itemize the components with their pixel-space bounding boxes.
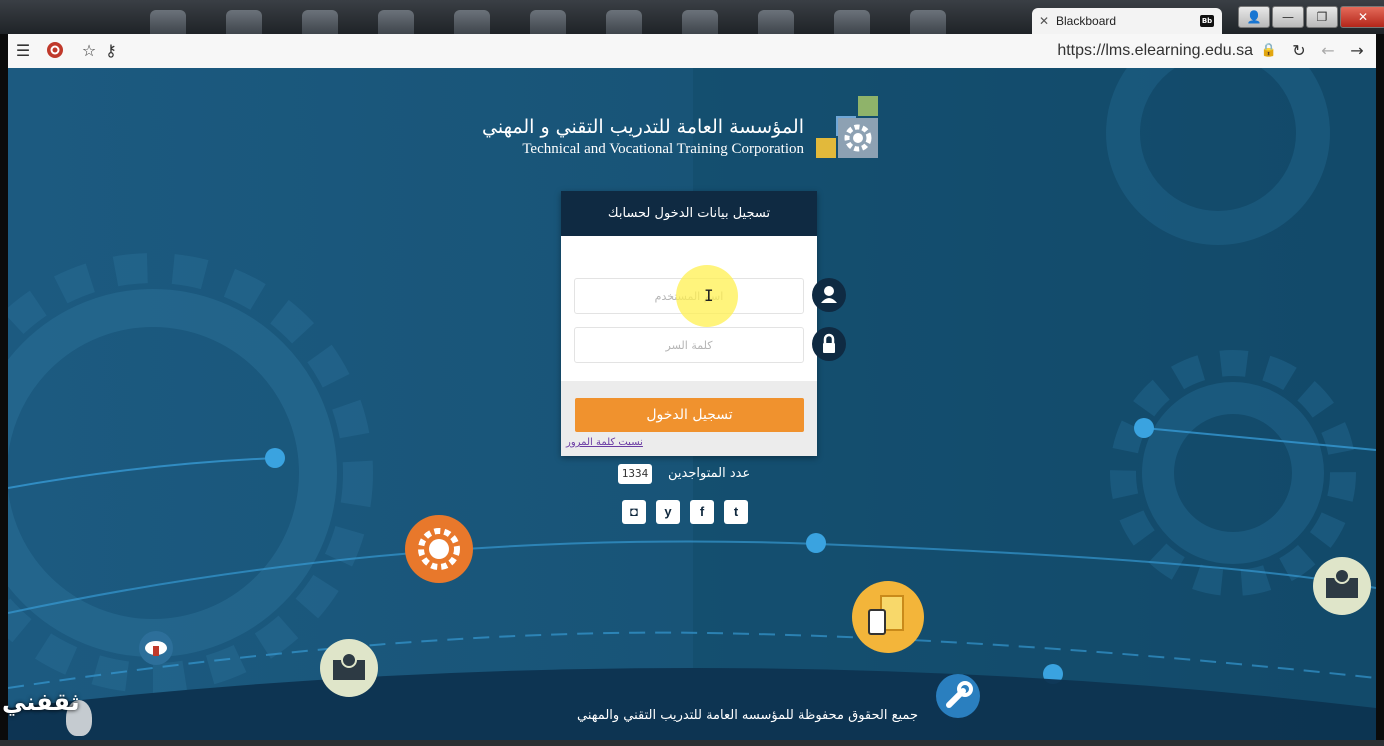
tab-close-icon[interactable]: ✕	[1032, 14, 1056, 28]
online-users-count: 1334	[618, 464, 652, 484]
thumbnail[interactable]	[302, 10, 338, 34]
blackboard-favicon-icon: Bb	[1200, 15, 1214, 27]
menu-icon[interactable]: ☰	[12, 40, 34, 62]
lock-icon: 🔒	[1260, 43, 1278, 58]
copyright-text: جميع الحقوق محفوظة للمؤسسه العامة للتدري…	[577, 708, 918, 723]
key-icon[interactable]: ⚷	[100, 40, 122, 62]
lock-icon	[812, 327, 846, 361]
globe-gear-icon	[405, 515, 473, 583]
cloud-upload-icon	[139, 631, 173, 665]
thumbnail[interactable]	[758, 10, 794, 34]
close-button[interactable]: ✕	[1340, 6, 1384, 28]
page-content: المؤسسة العامة للتدريب التقني و المهني T…	[8, 68, 1376, 740]
instagram-icon[interactable]: ◘	[622, 500, 646, 524]
twitter-icon[interactable]: t	[724, 500, 748, 524]
tablet-book-icon	[852, 581, 924, 653]
laptop-settings-icon	[1313, 557, 1371, 615]
reload-icon[interactable]: ↻	[1288, 40, 1310, 62]
os-taskbar	[0, 740, 1384, 746]
forward-icon[interactable]: →	[1346, 40, 1368, 62]
login-title: تسجيل بيانات الدخول لحسابك	[561, 191, 817, 236]
thumbnail[interactable]	[910, 10, 946, 34]
user-icon	[812, 278, 846, 312]
social-links: ◘ y f t	[622, 500, 748, 524]
record-icon[interactable]	[44, 40, 66, 62]
logo-english-text: Technical and Vocational Training Corpor…	[522, 141, 804, 157]
tvtc-logo-icon	[816, 96, 878, 158]
laptop-gear-icon	[320, 639, 378, 697]
user-button[interactable]: 👤	[1238, 6, 1270, 28]
online-users-label: عدد المتواجدين	[668, 466, 751, 481]
window-titlebar: ✕ Blackboard Bb 👤 — ❐ ✕	[0, 0, 1384, 34]
thumbnail[interactable]	[606, 10, 642, 34]
thumbnail[interactable]	[834, 10, 870, 34]
thumbnail[interactable]	[150, 10, 186, 34]
back-icon[interactable]: ←	[1317, 40, 1339, 62]
login-button[interactable]: تسجيل الدخول	[575, 398, 804, 432]
forgot-password-link[interactable]: نسيت كلمة المرور	[566, 437, 643, 448]
browser-toolbar: ☰ ☆ ⚷ https://lms.elearning.edu.sa 🔒 ↻ ←…	[8, 34, 1376, 69]
star-icon[interactable]: ☆	[78, 40, 100, 62]
thumbnail[interactable]	[226, 10, 262, 34]
thumbnail[interactable]	[530, 10, 566, 34]
thumbnail[interactable]	[682, 10, 718, 34]
facebook-icon[interactable]: f	[690, 500, 714, 524]
window-controls: 👤 — ❐ ✕	[1238, 6, 1384, 28]
text-cursor-icon: I	[704, 286, 714, 305]
login-panel: تسجيل بيانات الدخول لحسابك تسجيل الدخول …	[561, 191, 817, 456]
password-input[interactable]	[574, 327, 804, 363]
wrench-icon	[936, 674, 980, 718]
minimize-button[interactable]: —	[1272, 6, 1304, 28]
taskbar-thumbnails	[150, 10, 946, 34]
yammer-icon[interactable]: y	[656, 500, 680, 524]
thumbnail[interactable]	[454, 10, 490, 34]
address-bar[interactable]: https://lms.elearning.edu.sa	[928, 42, 1253, 60]
thumbnail[interactable]	[378, 10, 414, 34]
maximize-button[interactable]: ❐	[1306, 6, 1338, 28]
watermark-text: ثقفني	[2, 688, 80, 716]
browser-tab[interactable]: ✕ Blackboard Bb	[1032, 8, 1222, 34]
logo-arabic-text: المؤسسة العامة للتدريب التقني و المهني	[482, 116, 804, 138]
tab-title: Blackboard	[1056, 14, 1117, 28]
